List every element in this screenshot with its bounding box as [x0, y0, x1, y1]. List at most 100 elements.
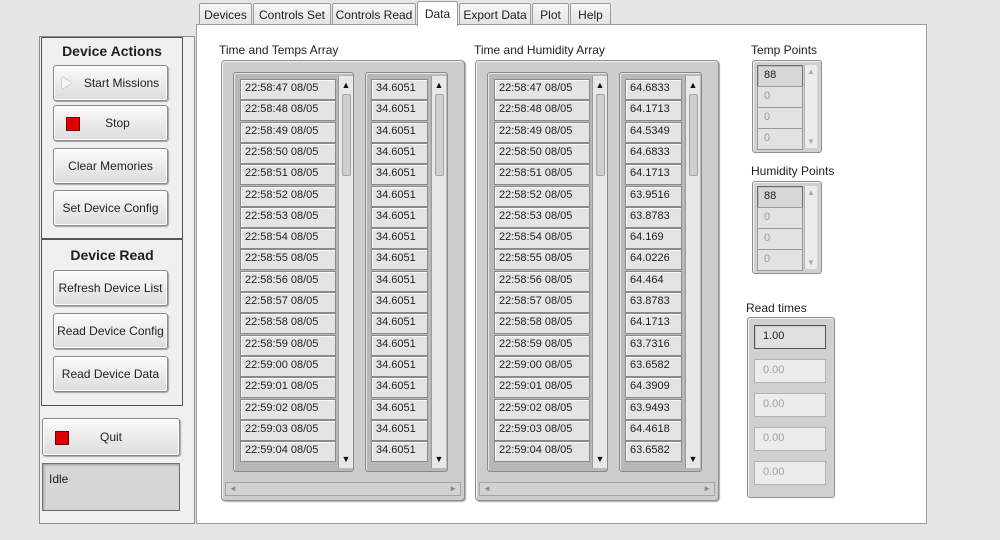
temp-value-cell[interactable]: 34.6051 [371, 313, 428, 335]
arrow-down-icon[interactable]: ▼ [805, 258, 817, 267]
time-cell[interactable]: 22:58:59 08/05 [494, 334, 590, 356]
temp-value-cell[interactable]: 34.6051 [371, 441, 428, 463]
tab-plot[interactable]: Plot [532, 3, 569, 25]
time-cell[interactable]: 22:59:00 08/05 [494, 355, 590, 377]
arrow-up-icon[interactable]: ▲ [686, 78, 700, 92]
time-cell[interactable]: 22:58:56 08/05 [494, 270, 590, 292]
arrow-down-icon[interactable]: ▼ [686, 452, 700, 466]
temp-value-cell[interactable]: 34.6051 [371, 398, 428, 420]
read-device-data-button[interactable]: Read Device Data [53, 356, 168, 392]
temp-point-cell[interactable]: 0 [757, 128, 803, 150]
time-cell[interactable]: 22:58:50 08/05 [494, 142, 590, 164]
humidity-value-cell[interactable]: 63.7316 [625, 334, 682, 356]
time-cell[interactable]: 22:58:54 08/05 [494, 228, 590, 250]
clear-memories-button[interactable]: Clear Memories [53, 148, 168, 184]
temp-value-cell[interactable]: 34.6051 [371, 292, 428, 313]
time-cell[interactable]: 22:59:04 08/05 [240, 441, 336, 463]
read-time-cell[interactable]: 0.00 [754, 393, 826, 417]
read-time-cell[interactable]: 0.00 [754, 461, 826, 485]
humidity-value-scrollbar[interactable]: ▲ ▼ [685, 76, 700, 468]
tab-devices[interactable]: Devices [199, 3, 252, 25]
scroll-thumb[interactable] [596, 94, 605, 176]
time-cell[interactable]: 22:58:57 08/05 [240, 292, 336, 313]
temp-point-cell[interactable]: 88 [757, 65, 803, 87]
humidity-value-cell[interactable]: 64.5349 [625, 121, 682, 143]
temps-value-scrollbar[interactable]: ▲ ▼ [431, 76, 446, 468]
temp-point-cell[interactable]: 0 [757, 86, 803, 108]
temp-value-cell[interactable]: 34.6051 [371, 206, 428, 228]
arrow-down-icon[interactable]: ▼ [432, 452, 446, 466]
arrow-down-icon[interactable]: ▼ [593, 452, 607, 466]
temp-value-cell[interactable]: 34.6051 [371, 142, 428, 164]
arrow-up-icon[interactable]: ▲ [805, 188, 817, 197]
humidity-value-cell[interactable]: 64.6833 [625, 142, 682, 164]
temp-value-cell[interactable]: 34.6051 [371, 121, 428, 143]
tab-controls-read[interactable]: Controls Read [332, 3, 416, 25]
time-cell[interactable]: 22:59:01 08/05 [240, 377, 336, 399]
humidity-value-cell[interactable]: 64.0226 [625, 249, 682, 271]
temp-value-cell[interactable]: 34.6051 [371, 228, 428, 250]
time-cell[interactable]: 22:58:53 08/05 [494, 206, 590, 228]
humidity-value-cell[interactable]: 63.8783 [625, 292, 682, 313]
arrow-right-icon[interactable]: ► [449, 484, 457, 493]
time-cell[interactable]: 22:58:51 08/05 [240, 164, 336, 186]
time-cell[interactable]: 22:58:48 08/05 [494, 100, 590, 122]
humidity-value-cell[interactable]: 64.1713 [625, 313, 682, 335]
scroll-thumb[interactable] [435, 94, 444, 176]
time-cell[interactable]: 22:58:53 08/05 [240, 206, 336, 228]
time-cell[interactable]: 22:59:04 08/05 [494, 441, 590, 463]
time-cell[interactable]: 22:58:58 08/05 [494, 313, 590, 335]
humidity-value-cell[interactable]: 64.169 [625, 228, 682, 250]
temp-value-cell[interactable]: 34.6051 [371, 100, 428, 122]
read-time-cell[interactable]: 1.00 [754, 325, 826, 349]
humidity-point-cell[interactable]: 88 [757, 186, 803, 208]
humidity-value-cell[interactable]: 63.8783 [625, 206, 682, 228]
time-cell[interactable]: 22:58:55 08/05 [240, 249, 336, 271]
humidity-horizontal-scrollbar[interactable]: ◄ ► [479, 482, 715, 496]
humidity-value-cell[interactable]: 64.3909 [625, 377, 682, 399]
time-cell[interactable]: 22:58:59 08/05 [240, 334, 336, 356]
time-cell[interactable]: 22:58:52 08/05 [494, 185, 590, 207]
arrow-left-icon[interactable]: ◄ [483, 484, 491, 493]
tab-controls-set[interactable]: Controls Set [253, 3, 331, 25]
humidity-value-cell[interactable]: 63.9493 [625, 398, 682, 420]
temp-value-cell[interactable]: 34.6051 [371, 334, 428, 356]
time-cell[interactable]: 22:59:03 08/05 [240, 419, 336, 441]
arrow-up-icon[interactable]: ▲ [805, 67, 817, 76]
read-time-cell[interactable]: 0.00 [754, 427, 826, 451]
humidity-point-cell[interactable]: 0 [757, 207, 803, 229]
arrow-up-icon[interactable]: ▲ [432, 78, 446, 92]
time-cell[interactable]: 22:58:54 08/05 [240, 228, 336, 250]
scroll-thumb[interactable] [689, 94, 698, 176]
temp-value-cell[interactable]: 34.6051 [371, 270, 428, 292]
humidity-value-cell[interactable]: 64.464 [625, 270, 682, 292]
time-cell[interactable]: 22:58:58 08/05 [240, 313, 336, 335]
time-cell[interactable]: 22:58:49 08/05 [240, 121, 336, 143]
start-missions-button[interactable]: Start Missions [53, 65, 168, 101]
time-cell[interactable]: 22:58:56 08/05 [240, 270, 336, 292]
quit-button[interactable]: Quit [42, 418, 180, 456]
tab-help[interactable]: Help [570, 3, 611, 25]
temp-value-cell[interactable]: 34.6051 [371, 249, 428, 271]
temp-value-cell[interactable]: 34.6051 [371, 355, 428, 377]
time-cell[interactable]: 22:58:55 08/05 [494, 249, 590, 271]
humidity-point-cell[interactable]: 0 [757, 249, 803, 271]
arrow-up-icon[interactable]: ▲ [339, 78, 353, 92]
read-time-cell[interactable]: 0.00 [754, 359, 826, 383]
temp-point-cell[interactable]: 0 [757, 107, 803, 129]
arrow-down-icon[interactable]: ▼ [339, 452, 353, 466]
time-cell[interactable]: 22:58:47 08/05 [240, 79, 336, 100]
time-cell[interactable]: 22:59:00 08/05 [240, 355, 336, 377]
temp-value-cell[interactable]: 34.6051 [371, 164, 428, 186]
humidity-value-cell[interactable]: 63.6582 [625, 441, 682, 463]
temp-value-cell[interactable]: 34.6051 [371, 79, 428, 100]
tab-export-data[interactable]: Export Data [459, 3, 531, 25]
temps-horizontal-scrollbar[interactable]: ◄ ► [225, 482, 461, 496]
arrow-right-icon[interactable]: ► [703, 484, 711, 493]
humidity-value-cell[interactable]: 64.4618 [625, 419, 682, 441]
humidity-value-cell[interactable]: 63.9516 [625, 185, 682, 207]
time-cell[interactable]: 22:59:02 08/05 [494, 398, 590, 420]
time-cell[interactable]: 22:58:50 08/05 [240, 142, 336, 164]
humidity-value-cell[interactable]: 64.1713 [625, 100, 682, 122]
set-device-config-button[interactable]: Set Device Config [53, 190, 168, 226]
